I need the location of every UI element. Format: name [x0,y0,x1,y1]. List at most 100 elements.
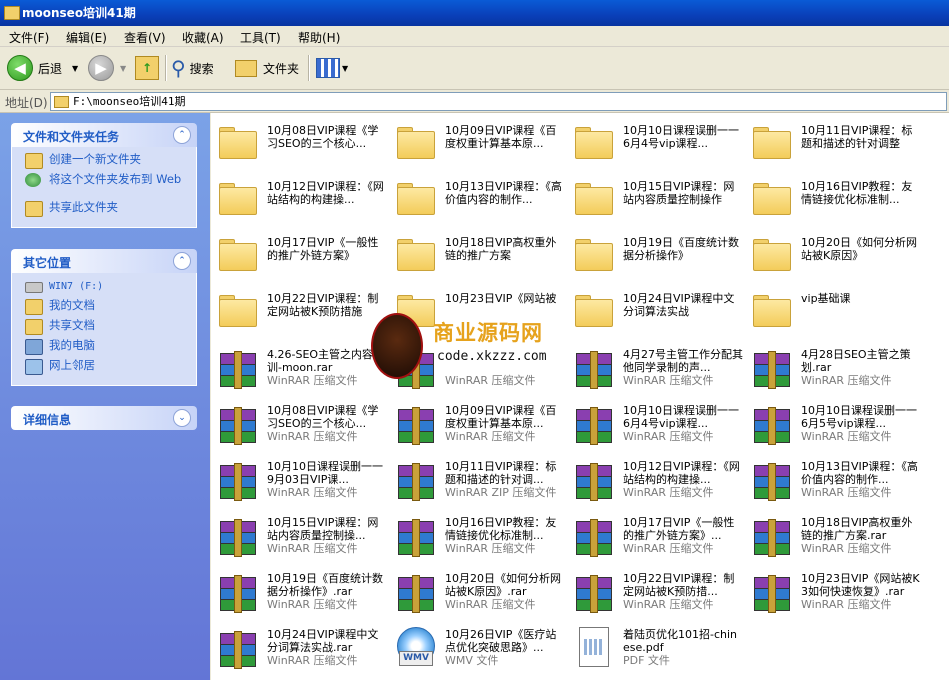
place-network[interactable]: 网上邻居 [12,359,196,379]
place-drive[interactable]: WIN7 (F:) [12,279,196,299]
file-name: 10月19日《百度统计数据分析操作》.rar [267,572,383,598]
up-button[interactable]: ↑ [135,52,159,84]
folder-item[interactable]: 10月10日课程误删一一6月4号vip课程... [567,123,745,179]
menu-tools[interactable]: 工具(T) [240,29,281,46]
toolbar-divider [165,55,167,81]
file-item[interactable]: 10月08日VIP课程《学习SEO的三个核心... WinRAR 压缩文件 [211,403,389,459]
folder-item[interactable]: 10月08日VIP课程《学习SEO的三个核心... [211,123,389,179]
place-my-documents[interactable]: 我的文档 [12,299,196,319]
file-item[interactable]: 10月11日VIP课程：标题和描述的针对调... WinRAR ZIP 压缩文件 [389,459,567,515]
chevron-down-icon[interactable]: ▼ [120,64,126,73]
folder-item[interactable]: 10月24日VIP课程中文分词算法实战 [567,291,745,347]
file-item[interactable]: 4.26-SEO主管之内容培训-moon.rar WinRAR 压缩文件 [211,347,389,403]
file-item[interactable]: 10月12日VIP课程：《网站结构的构建操... WinRAR 压缩文件 [567,459,745,515]
back-button[interactable]: ◀ 后退 ▼ [7,52,78,84]
file-item[interactable]: 10月17日VIP《一般性的推广外链方案》... WinRAR 压缩文件 [567,515,745,571]
other-places-header[interactable]: 其它位置 ⌃ [11,249,197,273]
views-button[interactable]: ▼ [316,52,348,84]
menu-file[interactable]: 文件(F) [9,29,49,46]
folder-item[interactable]: 10月19日《百度统计数据分析操作》 [567,235,745,291]
file-item[interactable]: 10月10日课程误删一一9月03日VIP课... WinRAR 压缩文件 [211,459,389,515]
task-share-folder[interactable]: 共享此文件夹 [12,201,196,221]
details-header[interactable]: 详细信息 ⌄ [11,406,197,430]
folder-icon [235,59,257,77]
file-name: 10月18日VIP高权重外链的推广方案 [445,236,557,262]
file-item[interactable]: 10月22日VIP课程：制定网站被K预防措... WinRAR 压缩文件 [567,571,745,627]
folder-item[interactable]: 10月18日VIP高权重外链的推广方案 [389,235,567,291]
file-item[interactable]: 4月27号主管工作分配其他同学录制的声... WinRAR 压缩文件 [567,347,745,403]
file-item[interactable]: 4月28日SEO主管之策划.rar WinRAR 压缩文件 [745,347,923,403]
search-button[interactable]: ⚲ 搜索 [171,52,214,84]
place-shared-documents[interactable]: 共享文档 [12,319,196,339]
chevron-down-icon[interactable]: ▼ [72,64,78,73]
file-name: 4月27号主管工作分配其他同学录制的声... [623,348,743,374]
address-path: F:\moonseo培训41期 [73,95,186,108]
folder-item[interactable]: 10月20日《如何分析网站被K原因》 [745,235,923,291]
folder-icon [573,179,613,219]
folder-item[interactable]: 10月09日VIP课程《百度权重计算基本原... [389,123,567,179]
file-name: 着陆页优化101招-chinese.pdf [623,628,738,654]
file-type: WinRAR 压缩文件 [623,542,714,555]
file-type: WinRAR 压缩文件 [801,430,892,443]
file-name: 10月17日VIP《一般性的推广外链方案》... [623,516,735,542]
globe-icon [25,173,41,187]
menu-help[interactable]: 帮助(H) [298,29,340,46]
file-item[interactable]: 10月19日《百度统计数据分析操作》.rar WinRAR 压缩文件 [211,571,389,627]
file-item[interactable]: 10月16日VIP教程：友情链接优化标准制... WinRAR 压缩文件 [389,515,567,571]
file-type: WinRAR 压缩文件 [267,598,358,611]
file-item[interactable]: 10月10日课程误删一一6月4号vip课程... WinRAR 压缩文件 [567,403,745,459]
winrar-archive-icon [395,403,435,445]
computer-icon [25,339,43,355]
file-name: 10月24日VIP课程中文分词算法实战.rar [267,628,379,654]
folder-item[interactable]: vip基础课 [745,291,923,347]
file-item[interactable]: 10月13日VIP课程：《高价值内容的制作... WinRAR 压缩文件 [745,459,923,515]
menu-edit[interactable]: 编辑(E) [66,29,107,46]
back-arrow-icon: ◀ [7,55,33,81]
back-label: 后退 [38,61,63,76]
menu-view[interactable]: 查看(V) [124,29,166,46]
winrar-archive-icon [573,515,613,557]
task-new-folder[interactable]: 创建一个新文件夹 [12,153,196,173]
share-folder-icon [25,201,43,217]
file-item[interactable]: 10月23日VIP《网站被K3如何快速恢复》.rar WinRAR 压缩文件 [745,571,923,627]
address-input[interactable]: F:\moonseo培训41期 [50,92,947,111]
winrar-archive-icon [573,403,613,445]
folder-icon [573,123,613,163]
file-item[interactable]: 10月24日VIP课程中文分词算法实战.rar WinRAR 压缩文件 [211,627,389,680]
winrar-archive-icon [751,403,791,445]
collapse-icon[interactable]: ⌃ [173,252,191,270]
file-type: WinRAR 压缩文件 [623,486,714,499]
folder-item[interactable]: 10月16日VIP教程：友情链接优化标准制... [745,179,923,235]
folder-item[interactable]: 10月11日VIP课程：标题和描述的针对调整 [745,123,923,179]
expand-icon[interactable]: ⌄ [173,409,191,427]
documents-folder-icon [25,299,43,315]
task-publish-web[interactable]: 将这个文件夹发布到 Web [12,173,196,201]
folder-item[interactable]: 10月13日VIP课程：《高价值内容的制作... [389,179,567,235]
drive-icon [25,282,43,293]
folder-icon [751,291,791,331]
folder-item[interactable]: 10月22日VIP课程：制定网站被K预防措施 [211,291,389,347]
folder-item[interactable]: 10月15日VIP课程：网站内容质量控制操作 [567,179,745,235]
file-item[interactable]: 10月10日课程误删一一6月5号vip课程... WinRAR 压缩文件 [745,403,923,459]
file-item[interactable]: 10月15日VIP课程：网站内容质量控制操... WinRAR 压缩文件 [211,515,389,571]
file-item[interactable]: 10月09日VIP课程《百度权重计算基本原... WinRAR 压缩文件 [389,403,567,459]
file-item[interactable]: WMV 10月26日VIP《医疗站点优化突破思路》... WMV 文件 [389,627,567,680]
file-item[interactable]: 10月18日VIP高权重外链的推广方案.rar WinRAR 压缩文件 [745,515,923,571]
folder-item[interactable]: 10月12日VIP课程：《网站结构的构建操... [211,179,389,235]
place-my-computer[interactable]: 我的电脑 [12,339,196,359]
file-item[interactable]: 10月20日《如何分析网站被K原因》.rar WinRAR 压缩文件 [389,571,567,627]
file-name: 10月19日《百度统计数据分析操作》 [623,236,739,262]
window-title: moonseo培训41期 [22,6,136,20]
forward-button[interactable]: ▶ ▼ [88,52,126,84]
collapse-icon[interactable]: ⌃ [173,126,191,144]
file-name: 10月24日VIP课程中文分词算法实战 [623,292,735,318]
folder-item[interactable]: 10月17日VIP《一般性的推广外链方案》 [211,235,389,291]
file-name: 10月10日课程误删一一6月4号vip课程... [623,404,739,430]
file-tasks-header[interactable]: 文件和文件夹任务 ⌃ [11,123,197,147]
folders-button[interactable]: 文件夹 [235,52,299,84]
chevron-down-icon[interactable]: ▼ [342,64,348,73]
file-type: WinRAR 压缩文件 [267,486,358,499]
file-item[interactable]: 着陆页优化101招-chinese.pdf PDF 文件 [567,627,745,680]
menu-favorites[interactable]: 收藏(A) [182,29,224,46]
folder-icon [217,179,257,219]
